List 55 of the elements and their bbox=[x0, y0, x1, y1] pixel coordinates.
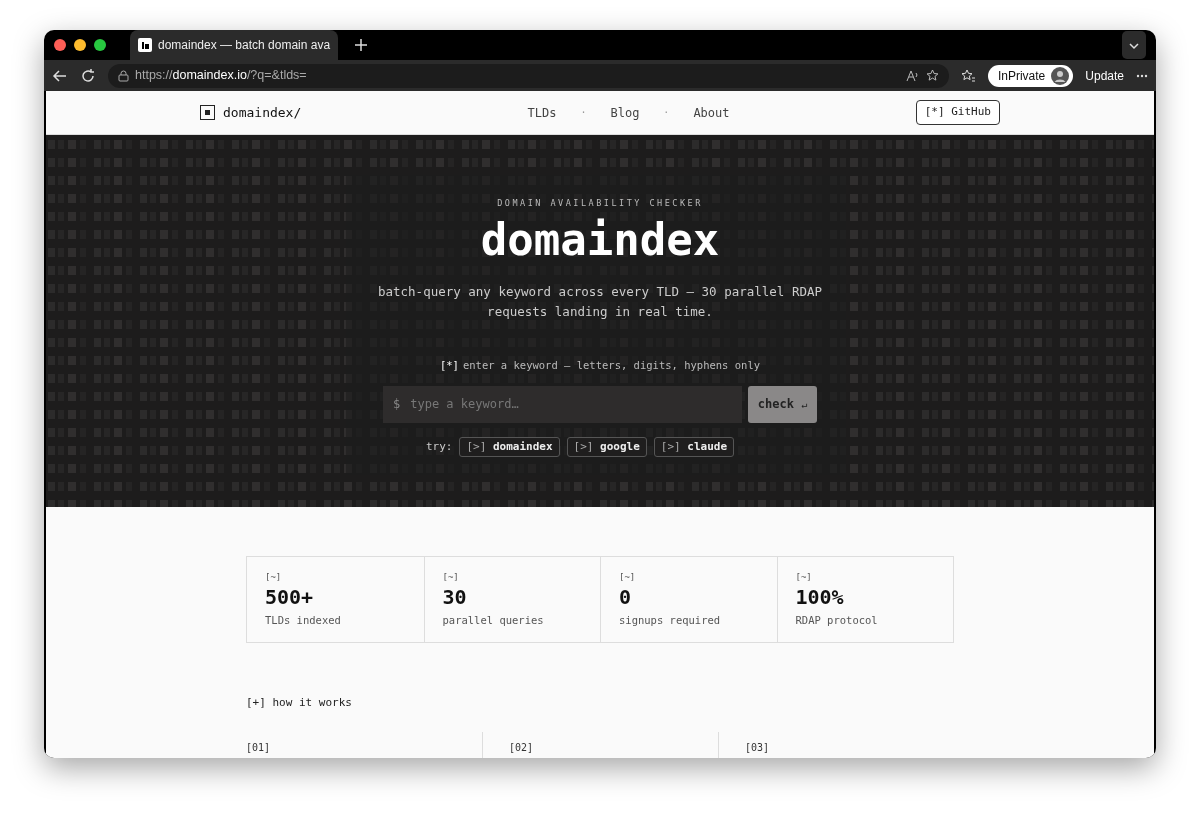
tab-menu-button[interactable] bbox=[1122, 31, 1146, 59]
nav-link[interactable]: Blog bbox=[610, 103, 640, 122]
favorites-icon[interactable] bbox=[960, 68, 976, 83]
refresh-icon[interactable] bbox=[80, 67, 96, 84]
stat-mark: [~] bbox=[795, 571, 813, 584]
check-button[interactable]: check ↵ bbox=[748, 385, 817, 423]
separator-dot: · bbox=[580, 106, 587, 120]
tab-title: domaindex — batch domain ava bbox=[158, 37, 331, 54]
hint-mark: [*] bbox=[439, 358, 459, 374]
eyebrow-text: DOMAIN AVAILABILITY CHECKER bbox=[496, 197, 704, 210]
stat-label: parallel queries bbox=[442, 612, 545, 628]
inprivate-button[interactable]: InPrivate bbox=[987, 64, 1074, 87]
separator-dot: · bbox=[663, 106, 670, 120]
stat-value: 500+ bbox=[265, 584, 315, 609]
avatar-icon bbox=[1051, 66, 1070, 85]
lock-icon bbox=[118, 69, 129, 82]
step-number: [02] bbox=[509, 741, 534, 753]
update-button[interactable]: Update bbox=[1085, 66, 1124, 85]
site-icon bbox=[138, 38, 152, 52]
stat-value: 100% bbox=[795, 584, 845, 609]
favorite-star-icon[interactable] bbox=[925, 69, 939, 82]
stat-label: RDAP protocol bbox=[795, 612, 879, 628]
new-tab-icon[interactable] bbox=[354, 38, 369, 52]
stat-mark: [~] bbox=[265, 571, 283, 584]
try-label: try: bbox=[425, 438, 453, 455]
close-icon[interactable] bbox=[54, 39, 66, 51]
hero-subtitle: batch-query any keyword across every TLD — 30 parallel RDAP requests landing in real time. bbox=[377, 283, 823, 322]
stat-value: 0 bbox=[619, 584, 633, 609]
github-button[interactable]: [*] GitHub bbox=[915, 100, 1000, 125]
hint-text: enter a keyword — letters, digits, hyphens only bbox=[462, 358, 761, 374]
more-icon[interactable] bbox=[1136, 73, 1148, 78]
minimize-icon[interactable] bbox=[74, 39, 86, 51]
site-logo[interactable]: domaindex/ bbox=[223, 102, 302, 123]
url-text: https://domaindex.io/?q=&tlds= bbox=[135, 67, 307, 85]
section-title: [+] how it works bbox=[246, 695, 353, 712]
stat-value: 30 bbox=[442, 584, 468, 609]
read-aloud-icon[interactable] bbox=[905, 69, 920, 82]
hero-title: domaindex bbox=[479, 215, 721, 265]
browser-tab[interactable]: domaindex — batch domain ava bbox=[130, 30, 339, 60]
stat-mark: [~] bbox=[619, 571, 637, 584]
suggestion-button[interactable]: [>] domaindex bbox=[459, 436, 560, 458]
keyword-field[interactable]: $ type a keyword… bbox=[383, 385, 742, 423]
nav-link[interactable]: About bbox=[693, 103, 730, 122]
maximize-icon[interactable] bbox=[94, 39, 106, 51]
nav-link[interactable]: TLDs bbox=[527, 103, 557, 122]
stat-mark: [~] bbox=[442, 571, 460, 584]
stat-label: signups required bbox=[619, 612, 722, 628]
step-number: [01] bbox=[246, 741, 271, 753]
keyword-input[interactable]: type a keyword… bbox=[408, 394, 709, 415]
step-number: [03] bbox=[745, 741, 770, 753]
stat-label: TLDs indexed bbox=[265, 612, 342, 628]
back-icon[interactable] bbox=[52, 67, 68, 84]
address-bar[interactable]: https://domaindex.io/?q=&tlds= bbox=[108, 63, 949, 88]
prompt-symbol: $ bbox=[393, 396, 401, 414]
logo-icon bbox=[200, 105, 215, 120]
